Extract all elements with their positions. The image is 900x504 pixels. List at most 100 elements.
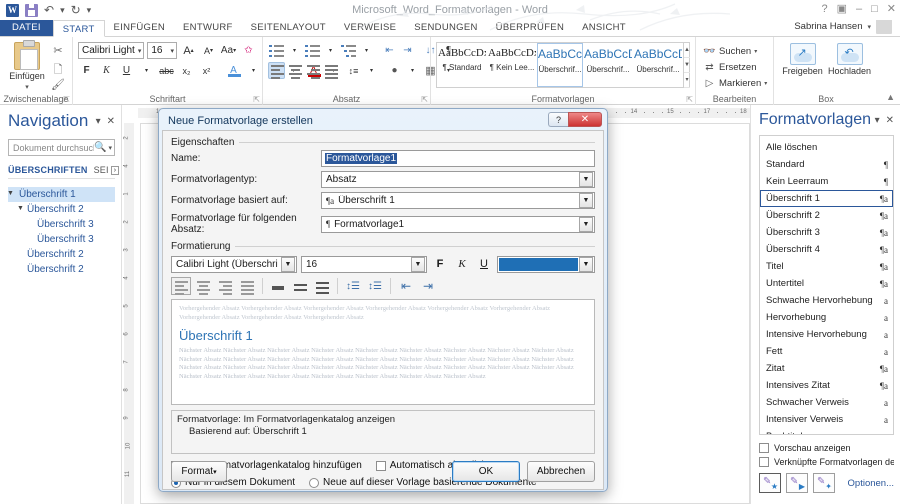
tab-headings[interactable]: ÜBERSCHRIFTEN bbox=[8, 165, 88, 175]
style-type-combo[interactable]: Absatz ▼ bbox=[321, 171, 595, 188]
gallery-scroll-down-icon[interactable]: ▼ bbox=[684, 58, 690, 73]
chevron-down-icon[interactable]: ▼ bbox=[579, 172, 593, 187]
search-input[interactable]: Dokument durchsuchen 🔍 ▾ bbox=[8, 139, 115, 156]
navigation-more-icon[interactable]: › bbox=[110, 165, 120, 175]
dialog-underline-button[interactable]: U bbox=[475, 255, 493, 273]
checkbox-box[interactable] bbox=[759, 443, 769, 453]
heading-item[interactable]: Überschrift 3 bbox=[8, 217, 115, 232]
decrease-indent-button[interactable]: ⇤ bbox=[381, 42, 398, 59]
new-style-dialog[interactable]: Neue Formatvorlage erstellen ? ✕ Eigensc… bbox=[158, 108, 608, 492]
gallery-scroll-up-icon[interactable]: ▲ bbox=[684, 43, 690, 58]
ok-button[interactable]: OK bbox=[452, 461, 520, 482]
format-painter-icon[interactable]: 🖌 bbox=[49, 78, 67, 93]
gallery-scroll[interactable]: ▲ ▼ ▾ bbox=[683, 43, 690, 88]
cut-icon[interactable]: ✂ bbox=[49, 44, 67, 59]
styles-pane-options-icon[interactable]: ▾ bbox=[875, 115, 880, 126]
style-list-item[interactable]: Überschrift 2 ¶a bbox=[760, 207, 893, 224]
chevron-down-icon[interactable]: ▼ bbox=[579, 193, 593, 208]
justify-button[interactable] bbox=[322, 62, 339, 79]
heading-item[interactable]: Überschrift 2 bbox=[8, 247, 115, 262]
user-dropdown-icon[interactable]: ▾ bbox=[867, 23, 871, 31]
tab-einfuegen[interactable]: EINFÜGEN bbox=[105, 19, 175, 36]
align-center-button[interactable] bbox=[286, 62, 303, 79]
change-case-button[interactable]: Aa ▾ bbox=[220, 42, 237, 59]
dialog-align-center-button[interactable] bbox=[193, 277, 213, 295]
close-icon[interactable]: ✕ bbox=[887, 2, 896, 15]
text-effects-dropdown-icon[interactable]: ▾ bbox=[245, 62, 262, 79]
next-style-combo[interactable]: ¶ Formatvorlage1 ▼ bbox=[321, 215, 595, 233]
style-list-item[interactable]: Schwache Hervorhebung a bbox=[760, 292, 893, 309]
chevron-down-icon[interactable]: ▼ bbox=[281, 256, 295, 272]
replace-button[interactable]: ⇄ Ersetzen bbox=[701, 59, 768, 75]
find-button[interactable]: 👓 Suchen ▾ bbox=[701, 43, 768, 59]
collapse-triangle-icon[interactable]: ▼ bbox=[17, 205, 24, 212]
alignment-toolbar[interactable]: ↕☰ ↕☰ ⇤ ⇥ bbox=[171, 277, 595, 295]
style-list-item[interactable]: Intensive Hervorhebung a bbox=[760, 326, 893, 343]
select-dropdown-icon[interactable]: ▾ bbox=[764, 80, 767, 87]
checkbox-box[interactable] bbox=[759, 457, 769, 467]
show-preview-checkbox[interactable]: Vorschau anzeigen bbox=[759, 443, 894, 453]
line-spacing-single-button[interactable] bbox=[268, 277, 288, 295]
collapse-triangle-icon[interactable]: ▼ bbox=[7, 190, 14, 197]
style-list-item[interactable]: Buchtitel a bbox=[760, 428, 893, 434]
align-left-button[interactable] bbox=[268, 62, 285, 79]
box-upload-button[interactable]: ↶ Hochladen bbox=[826, 39, 873, 76]
style-list-item[interactable]: Überschrift 4 ¶a bbox=[760, 241, 893, 258]
navigation-options-icon[interactable]: ▾ bbox=[96, 116, 101, 127]
bold-button[interactable]: F bbox=[78, 62, 95, 79]
underline-button[interactable]: U bbox=[118, 62, 135, 79]
increase-indent-button[interactable]: ⇥ bbox=[399, 42, 416, 59]
shading-button[interactable]: ● bbox=[386, 62, 403, 79]
style-list-item[interactable]: Fett a bbox=[760, 343, 893, 360]
window-controls[interactable]: ? ▣ – □ ✕ bbox=[821, 2, 896, 16]
style-list-item[interactable]: Kein Leerraum ¶ bbox=[760, 173, 893, 190]
user-name[interactable]: Sabrina Hansen bbox=[794, 21, 862, 32]
style-list-item[interactable]: Intensives Zitat ¶a bbox=[760, 377, 893, 394]
headings-list[interactable]: ▼ Überschrift 1 ▼ Überschrift 2 Überschrif… bbox=[7, 187, 115, 277]
bullets-button[interactable] bbox=[268, 42, 285, 59]
line-spacing-double-button[interactable] bbox=[312, 277, 332, 295]
search-icon[interactable]: 🔍 bbox=[94, 142, 106, 153]
dialog-align-left-button[interactable] bbox=[171, 277, 191, 295]
italic-button[interactable]: K bbox=[98, 62, 115, 79]
tab-start[interactable]: START bbox=[52, 20, 105, 37]
line-spacing-dropdown-icon[interactable]: ▾ bbox=[363, 62, 380, 79]
tab-datei[interactable]: DATEI bbox=[0, 19, 53, 36]
paragraph-dialog-launcher[interactable]: ⇱ bbox=[421, 95, 428, 104]
ribbon-tabs[interactable]: DATEI START EINFÜGEN ENTWURF SEITENLAYOU… bbox=[0, 19, 900, 37]
styles-options-link[interactable]: Optionen... bbox=[848, 478, 894, 489]
dialog-increase-indent-button[interactable]: ⇥ bbox=[418, 277, 438, 295]
style-list-item[interactable]: Intensiver Verweis a bbox=[760, 411, 893, 428]
numbering-button[interactable] bbox=[304, 42, 321, 59]
tab-ueberpruefen[interactable]: ÜBERPRÜFEN bbox=[487, 19, 573, 36]
dialog-align-right-button[interactable] bbox=[215, 277, 235, 295]
strikethrough-button[interactable]: abc bbox=[158, 62, 175, 79]
tab-sendungen[interactable]: SENDUNGEN bbox=[405, 19, 486, 36]
cancel-button[interactable]: Abbrechen bbox=[527, 461, 595, 482]
style-inspector-icon[interactable]: ✎ ▶ bbox=[786, 473, 808, 493]
vertical-ruler[interactable]: 2 4 1 2 3 4 5 6 7 8 9 10 11 bbox=[122, 105, 136, 504]
styles-dialog-launcher[interactable]: ⇱ bbox=[686, 95, 693, 104]
shrink-font-button[interactable]: A ▾ bbox=[200, 42, 217, 59]
dialog-italic-button[interactable]: K bbox=[453, 255, 471, 273]
gallery-style-ueberschrift-2[interactable]: AaBbCcD Überschrif... bbox=[583, 43, 633, 87]
heading-item[interactable]: ▼ Überschrift 1 bbox=[7, 187, 115, 202]
tab-pages[interactable]: SEI bbox=[94, 165, 109, 175]
paste-button[interactable]: Einfügen ▾ bbox=[5, 40, 49, 91]
styles-pane-close-icon[interactable]: ✕ bbox=[886, 115, 894, 126]
clear-formatting-icon[interactable]: ✩ bbox=[240, 42, 257, 59]
heading-item[interactable]: Überschrift 2 bbox=[8, 262, 115, 277]
dialog-bold-button[interactable]: F bbox=[431, 255, 449, 273]
align-right-button[interactable] bbox=[304, 62, 321, 79]
dialog-font-color-picker[interactable]: ▼ bbox=[497, 255, 595, 273]
tab-entwurf[interactable]: ENTWURF bbox=[174, 19, 242, 36]
numbering-dropdown-icon[interactable]: ▾ bbox=[322, 42, 339, 59]
gallery-style-ueberschrift-1[interactable]: AaBbCc Überschrif... bbox=[537, 43, 584, 87]
tab-verweise[interactable]: VERWEISE bbox=[335, 19, 405, 36]
increase-spacing-after-button[interactable]: ↕☰ bbox=[365, 277, 385, 295]
avatar[interactable] bbox=[876, 19, 892, 34]
style-list-item[interactable]: Überschrift 1 ¶a bbox=[760, 190, 893, 207]
minimize-icon[interactable]: – bbox=[856, 3, 862, 15]
maximize-icon[interactable]: □ bbox=[871, 3, 878, 15]
clipboard-dialog-launcher[interactable]: ⇱ bbox=[63, 95, 70, 104]
